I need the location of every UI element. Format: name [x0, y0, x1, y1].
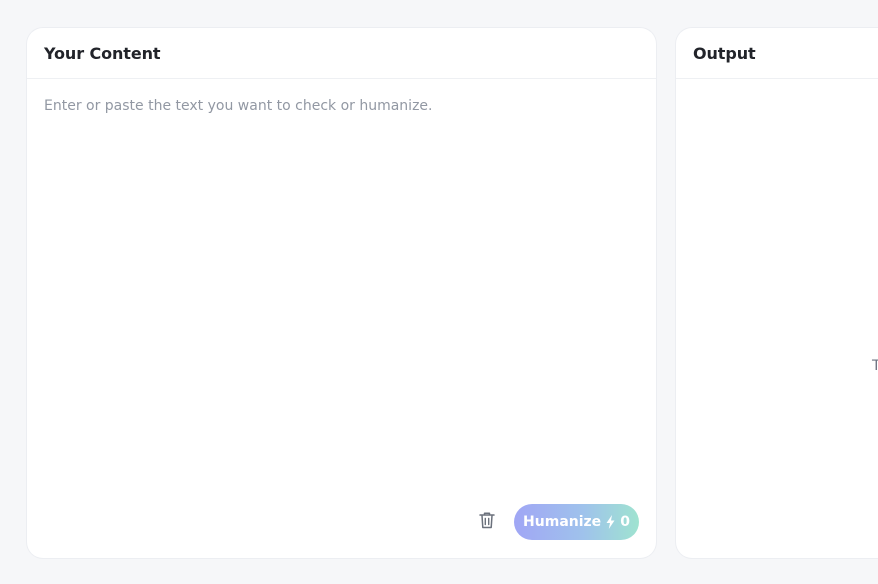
output-panel-header: Output — [676, 28, 878, 79]
credit-count: 0 — [620, 514, 630, 530]
output-placeholder-text: T — [872, 358, 878, 374]
output-panel: Output T — [676, 28, 878, 558]
output-panel-title: Output — [693, 43, 756, 63]
humanize-button[interactable]: Humanize 0 — [514, 504, 639, 540]
clear-button[interactable] — [476, 511, 498, 533]
trash-icon — [479, 511, 495, 533]
input-panel-header: Your Content — [27, 28, 656, 79]
lightning-bolt-icon — [606, 515, 615, 529]
input-panel: Your Content Humanize 0 — [27, 28, 656, 558]
humanize-button-label: Humanize — [523, 514, 602, 530]
input-panel-title: Your Content — [44, 43, 161, 63]
content-input[interactable] — [44, 98, 639, 488]
